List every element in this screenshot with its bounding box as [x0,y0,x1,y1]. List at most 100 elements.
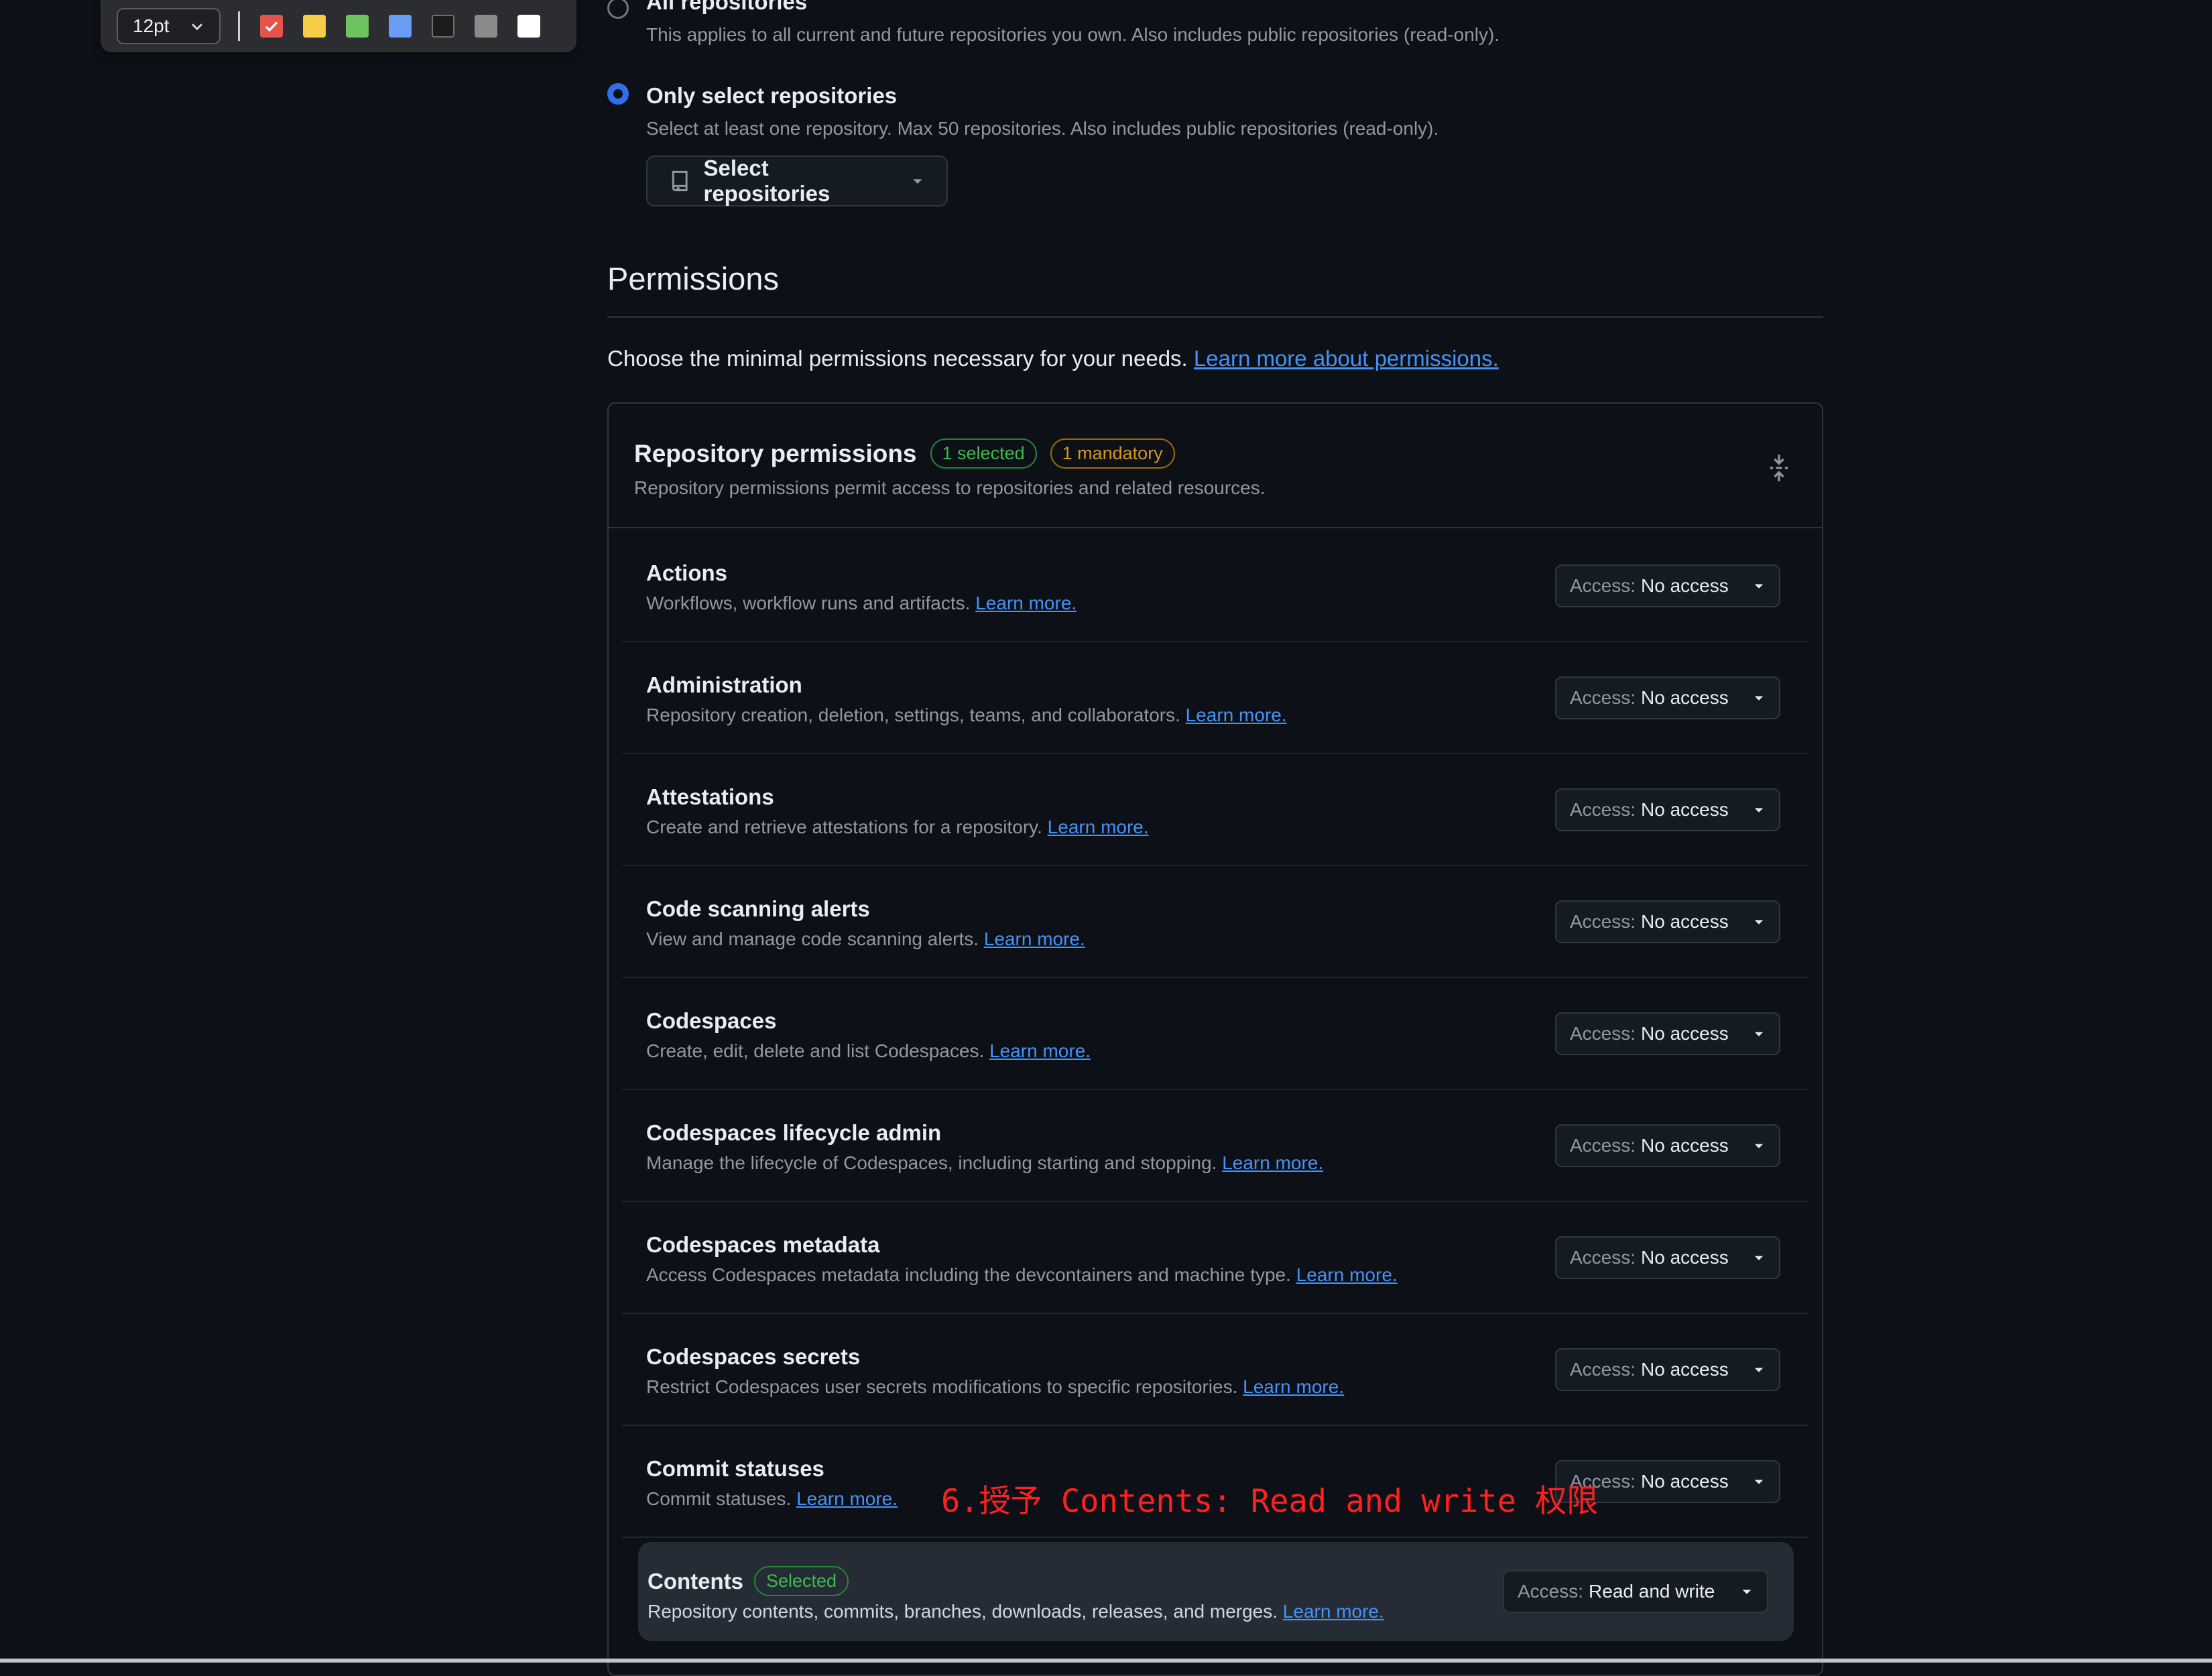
heading-divider [607,316,1823,318]
learn-more-link[interactable]: Learn more. [1296,1264,1398,1285]
access-value: No access [1641,1023,1729,1044]
permission-row[interactable]: Attestations Create and retrieve attestat… [622,755,1808,866]
access-value: No access [1641,1247,1729,1268]
permission-name: Codespaces lifecycle admin [646,1120,942,1145]
permission-description: Commit statuses. Learn more. [646,1488,898,1510]
color-swatch-blue[interactable] [389,15,412,38]
color-swatch-red[interactable] [260,15,283,38]
select-repositories-label: Select repositories [703,156,831,206]
font-size-value: 12pt [133,15,170,36]
permissions-intro: Choose the minimal permissions necessary… [607,346,1499,371]
fold-icon[interactable] [1767,453,1791,483]
access-value: Read and write [1589,1581,1715,1602]
permission-description: Access Codespaces metadata including the… [646,1264,1398,1286]
triangle-down-icon [1754,584,1764,589]
permission-description-text: Create, edit, delete and list Codespaces… [646,1040,985,1061]
font-size-dropdown[interactable]: 12pt [117,8,221,44]
access-dropdown[interactable]: Access: No access [1555,1236,1780,1279]
mandatory-count-badge: 1 mandatory [1050,438,1175,469]
access-value: No access [1641,1359,1729,1380]
selected-badge: Selected [754,1566,849,1596]
permission-description-text: Commit statuses. [646,1488,792,1509]
permission-description: Restrict Codespaces user secrets modific… [646,1376,1344,1398]
access-value: No access [1641,1471,1729,1492]
radio-all-repositories-row[interactable]: All repositories This applies to all cur… [607,0,1862,46]
triangle-down-icon [1754,1256,1764,1260]
repository-permissions-title: Repository permissions 1 selected 1 mand… [634,438,1175,469]
repository-permissions-header[interactable]: Repository permissions 1 selected 1 mand… [609,404,1822,528]
permission-name: Code scanning alerts [646,896,870,921]
access-dropdown[interactable]: Access: No access [1555,900,1780,943]
select-repositories-button[interactable]: Select repositories [646,156,948,206]
learn-more-link[interactable]: Learn more. [1186,705,1287,725]
permission-row[interactable]: Administration Repository creation, delet… [622,643,1808,754]
permission-description: Repository creation, deletion, settings,… [646,705,1287,726]
permission-description-text: Repository contents, commits, branches, … [648,1601,1278,1622]
radio-select-description: Select at least one repository. Max 50 r… [646,118,1439,139]
annotation-text: 6.授予 Contents: Read and write 权限 [941,1483,1599,1520]
permission-description-text: Create and retrieve attestations for a r… [646,817,1042,837]
color-swatch-green[interactable] [346,15,369,38]
learn-more-link[interactable]: Learn more. [796,1488,898,1509]
access-label: Access: [1570,575,1636,596]
learn-more-link[interactable]: Learn more. [1283,1601,1384,1622]
learn-more-link[interactable]: Learn more. [1222,1152,1323,1173]
access-label: Access: [1570,1023,1636,1044]
radio-select-label: Only select repositories [646,83,898,108]
permissions-heading: Permissions [607,261,779,296]
learn-more-permissions-link[interactable]: Learn more about permissions. [1194,346,1499,371]
permission-description-text: Manage the lifecycle of Codespaces, incl… [646,1152,1217,1173]
learn-more-link[interactable]: Learn more. [1243,1376,1344,1397]
access-label: Access: [1570,911,1636,932]
checkmark-icon [265,21,278,32]
radio-all-description: This applies to all current and future r… [646,24,1500,45]
permission-row[interactable]: Codespaces Create, edit, delete and list … [622,979,1808,1090]
access-value: No access [1641,799,1729,820]
access-value: No access [1641,1135,1729,1156]
access-label: Access: [1570,687,1636,708]
access-dropdown[interactable]: Access: No access [1555,788,1780,831]
learn-more-link[interactable]: Learn more. [975,593,1077,613]
permission-name: Actions [646,560,728,585]
radio-only-select-repositories[interactable] [607,83,629,105]
radio-all-label: All repositories [646,0,808,14]
permission-row[interactable]: Code scanning alerts View and manage code… [622,867,1808,978]
triangle-down-icon [1754,1368,1764,1372]
learn-more-link[interactable]: Learn more. [1048,817,1149,837]
triangle-down-icon [1754,1480,1764,1484]
triangle-down-icon [913,179,922,184]
color-swatch-black[interactable] [432,15,454,38]
chevron-down-icon [192,23,203,31]
permission-row[interactable]: Actions Workflows, workflow runs and arti… [622,531,1808,642]
learn-more-link[interactable]: Learn more. [984,929,1085,949]
access-dropdown[interactable]: Access: No access [1555,1124,1780,1167]
radio-all-repositories[interactable] [607,0,629,19]
access-dropdown[interactable]: Access: No access [1555,1348,1780,1391]
triangle-down-icon [1742,1590,1752,1594]
access-label: Access: [1570,1247,1636,1268]
access-dropdown[interactable]: Access: No access [1555,1012,1780,1055]
access-dropdown-contents[interactable]: Access: Read and write [1503,1570,1768,1613]
triangle-down-icon [1754,1144,1764,1148]
permission-name: Codespaces metadata [646,1232,880,1257]
color-swatch-yellow[interactable] [303,15,326,38]
permission-row[interactable]: Codespaces metadata Access Codespaces met… [622,1203,1808,1314]
permission-row-contents[interactable]: Contents Selected Repository contents, c… [638,1542,1794,1641]
permission-description: Workflows, workflow runs and artifacts. … [646,593,1077,614]
repo-icon [672,170,688,192]
color-swatch-gray[interactable] [475,15,497,38]
permission-row[interactable]: Codespaces lifecycle admin Manage the lif… [622,1091,1808,1202]
access-dropdown[interactable]: Access: No access [1555,676,1780,719]
access-dropdown[interactable]: Access: No access [1555,564,1780,607]
permission-name: Codespaces secrets [646,1344,861,1369]
annotation-toolbar: 12pt [101,0,576,52]
color-swatch-white[interactable] [517,15,540,38]
learn-more-link[interactable]: Learn more. [989,1040,1091,1061]
triangle-down-icon [1754,920,1764,924]
access-value: No access [1641,687,1729,708]
permissions-intro-text: Choose the minimal permissions necessary… [607,346,1188,371]
triangle-down-icon [1754,1032,1764,1036]
permission-row[interactable]: Codespaces secrets Restrict Codespaces us… [622,1315,1808,1426]
access-value: No access [1641,575,1729,596]
radio-select-repositories-row[interactable]: Only select repositories Select at least… [607,83,1862,139]
